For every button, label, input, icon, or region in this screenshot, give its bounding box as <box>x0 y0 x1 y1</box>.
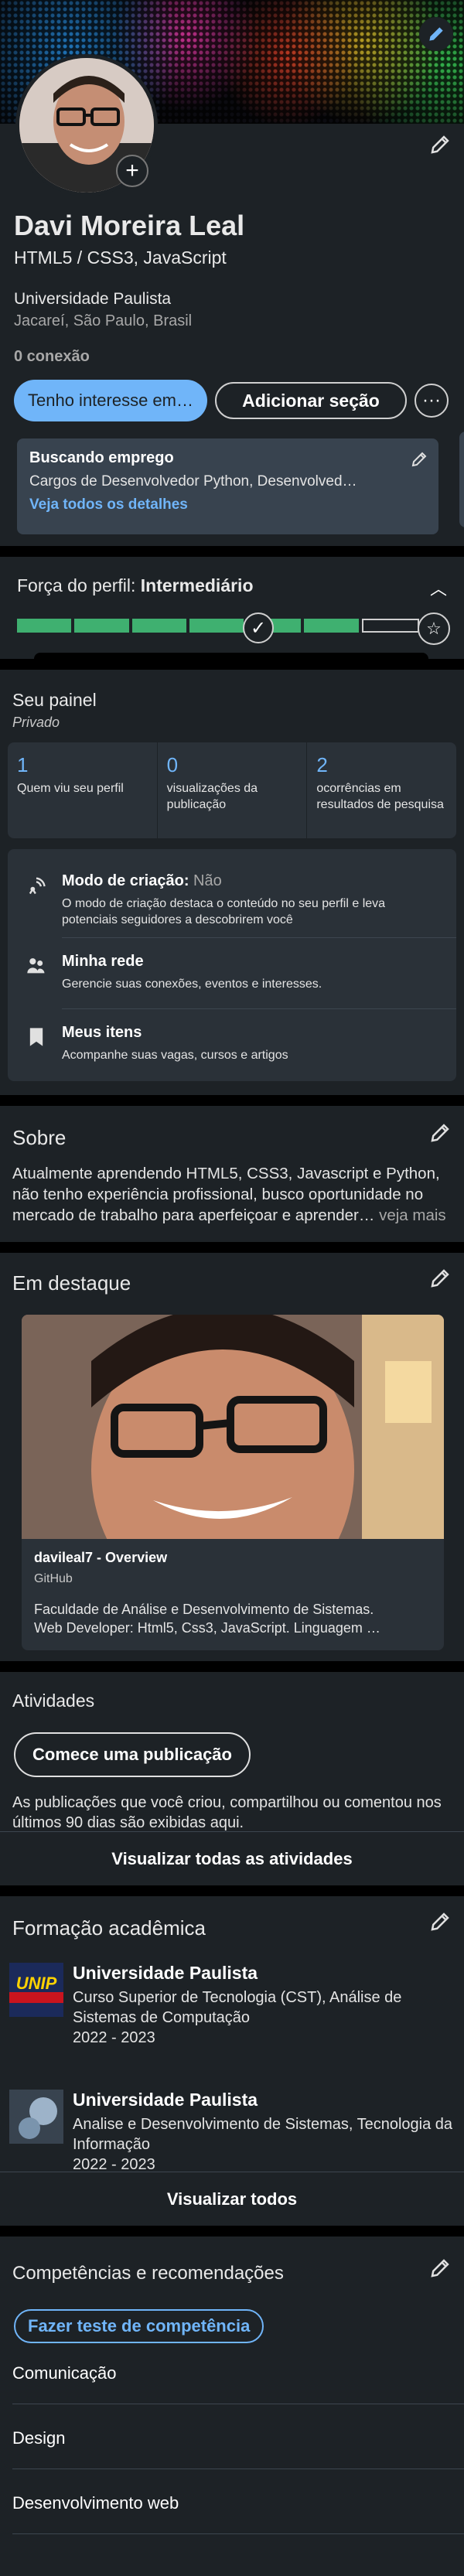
edit-skills-button[interactable] <box>427 2255 453 2281</box>
bookmark-icon <box>25 1025 48 1049</box>
activity-card: Atividades Comece uma publicação As publ… <box>0 1672 464 1885</box>
people-icon <box>25 954 48 978</box>
featured-item-desc: Faculdade de Análise e Desenvolvimento d… <box>34 1602 380 1636</box>
connections-count[interactable]: 0 conexão <box>0 331 464 366</box>
skill-item[interactable]: Desenvolvimento web <box>12 2493 453 2513</box>
open-to-work-desc: Cargos de Desenvolvedor Python, Desenvol… <box>29 473 357 490</box>
pencil-icon <box>431 2259 449 2277</box>
stat-profile-views[interactable]: 1 Quem viu seu perfil <box>8 742 158 838</box>
activity-desc: As publicações que você criou, compartil… <box>12 1794 442 1831</box>
profile-page: + Davi Moreira Leal HTML5 / CSS3, JavaSc… <box>0 0 464 2576</box>
profile-headline: HTML5 / CSS3, JavaScript <box>14 247 227 268</box>
pencil-icon <box>431 1912 449 1931</box>
my-network-item[interactable]: Minha rede Gerencie suas conexões, event… <box>8 948 456 1002</box>
more-options-button[interactable]: ··· <box>415 384 449 418</box>
edit-featured-button[interactable] <box>427 1265 453 1291</box>
dashboard-title: Seu painel <box>12 690 97 710</box>
school-placeholder-logo <box>9 2090 63 2144</box>
profile-strength-label: Força do perfil: Intermediário <box>17 575 254 595</box>
featured-image <box>22 1315 444 1539</box>
dashboard-tools: Modo de criação: Não O modo de criação d… <box>8 849 456 1081</box>
profile-strength-level: Intermediário <box>140 575 254 595</box>
education-card: Formação acadêmica UNIP Universidade Pau… <box>0 1896 464 2226</box>
skills-card: Competências e recomendações Fazer teste… <box>0 2237 464 2576</box>
star-icon: ☆ <box>418 612 450 645</box>
education-item[interactable]: UNIP Universidade Paulista Curso Superio… <box>0 1963 464 2056</box>
edit-open-to-work-button[interactable] <box>406 446 432 473</box>
add-photo-button[interactable]: + <box>116 155 148 187</box>
start-post-button[interactable]: Comece uma publicação <box>14 1732 251 1777</box>
open-to-work-link[interactable]: Veja todos os detalhes <box>29 496 426 513</box>
profile-location: Jacareí, São Paulo, Brasil <box>14 312 193 329</box>
show-all-education-button[interactable]: Visualizar todos <box>0 2172 464 2226</box>
stat-post-views[interactable]: 0 visualizações da publicação <box>158 742 308 838</box>
featured-item-source: GitHub <box>34 1572 73 1585</box>
about-title: Sobre <box>12 1126 67 1149</box>
take-skill-quiz-button[interactable]: Fazer teste de competência <box>14 2309 264 2343</box>
add-section-button[interactable]: Adicionar seção <box>215 382 407 419</box>
edit-about-button[interactable] <box>427 1120 453 1146</box>
creator-mode-status: Não <box>193 872 222 889</box>
dashboard-stats: 1 Quem viu seu perfil 0 visualizações da… <box>8 742 456 838</box>
pencil-icon <box>431 1124 449 1142</box>
svg-text:UNIP: UNIP <box>16 1974 57 1993</box>
skill-item[interactable]: Design <box>12 2428 453 2448</box>
pencil-icon <box>431 1269 449 1288</box>
unip-logo: UNIP <box>9 1963 63 2017</box>
profile-actions: Tenho interesse em… Adicionar seção ··· <box>0 366 464 421</box>
creator-mode-item[interactable]: Modo de criação: Não O modo de criação d… <box>8 868 456 930</box>
about-card: Sobre Atualmente aprendendo HTML5, CSS3,… <box>0 1106 464 1242</box>
featured-item-title: davileal7 - Overview <box>34 1550 168 1565</box>
featured-item[interactable]: davileal7 - Overview GitHub Faculdade de… <box>22 1315 444 1650</box>
featured-card: Em destaque davileal7 - Overview GitHub … <box>0 1253 464 1661</box>
education-item[interactable]: Universidade Paulista Analise e Desenvol… <box>0 2090 464 2182</box>
edit-banner-button[interactable] <box>419 17 453 51</box>
about-text: Atualmente aprendendo HTML5, CSS3, Javas… <box>12 1165 446 1224</box>
profile-name: Davi Moreira Leal <box>14 210 245 241</box>
show-all-activity-button[interactable]: Visualizar todas as atividades <box>0 1831 464 1885</box>
open-to-work-title: Buscando emprego <box>29 449 174 466</box>
profile-card: + Davi Moreira Leal HTML5 / CSS3, JavaSc… <box>0 0 464 546</box>
activity-title: Atividades <box>12 1691 95 1711</box>
pencil-icon <box>429 27 443 41</box>
next-card-peek <box>459 432 464 527</box>
open-to-work-card[interactable]: Buscando emprego Cargos de Desenvolvedor… <box>17 438 438 534</box>
skill-item[interactable]: Comunicação <box>12 2363 453 2383</box>
see-more-link[interactable]: veja mais <box>374 1206 446 1224</box>
education-title: Formação acadêmica <box>12 1916 206 1940</box>
my-items-item[interactable]: Meus itens Acompanhe suas vagas, cursos … <box>8 1019 456 1073</box>
open-to-button[interactable]: Tenho interesse em… <box>14 380 207 421</box>
profile-strength-bar <box>17 619 419 633</box>
broadcast-icon <box>25 874 48 897</box>
skills-title: Competências e recomendações <box>12 2263 284 2284</box>
dashboard-privacy: Privado <box>12 715 60 730</box>
profile-strength-card: Força do perfil: Intermediário ︿ ✓ ☆ <box>0 557 464 660</box>
profile-school[interactable]: Universidade Paulista <box>0 269 464 309</box>
chevron-up-icon[interactable]: ︿ <box>430 575 447 600</box>
edit-education-button[interactable] <box>427 1909 453 1935</box>
featured-title: Em destaque <box>12 1271 131 1295</box>
check-icon: ✓ <box>243 612 274 643</box>
pencil-icon <box>411 452 427 467</box>
stat-search-appearances[interactable]: 2 ocorrências em resultados de pesquisa <box>307 742 456 838</box>
dashboard-card: Seu painel Privado 1 Quem viu seu perfil… <box>0 670 464 1095</box>
